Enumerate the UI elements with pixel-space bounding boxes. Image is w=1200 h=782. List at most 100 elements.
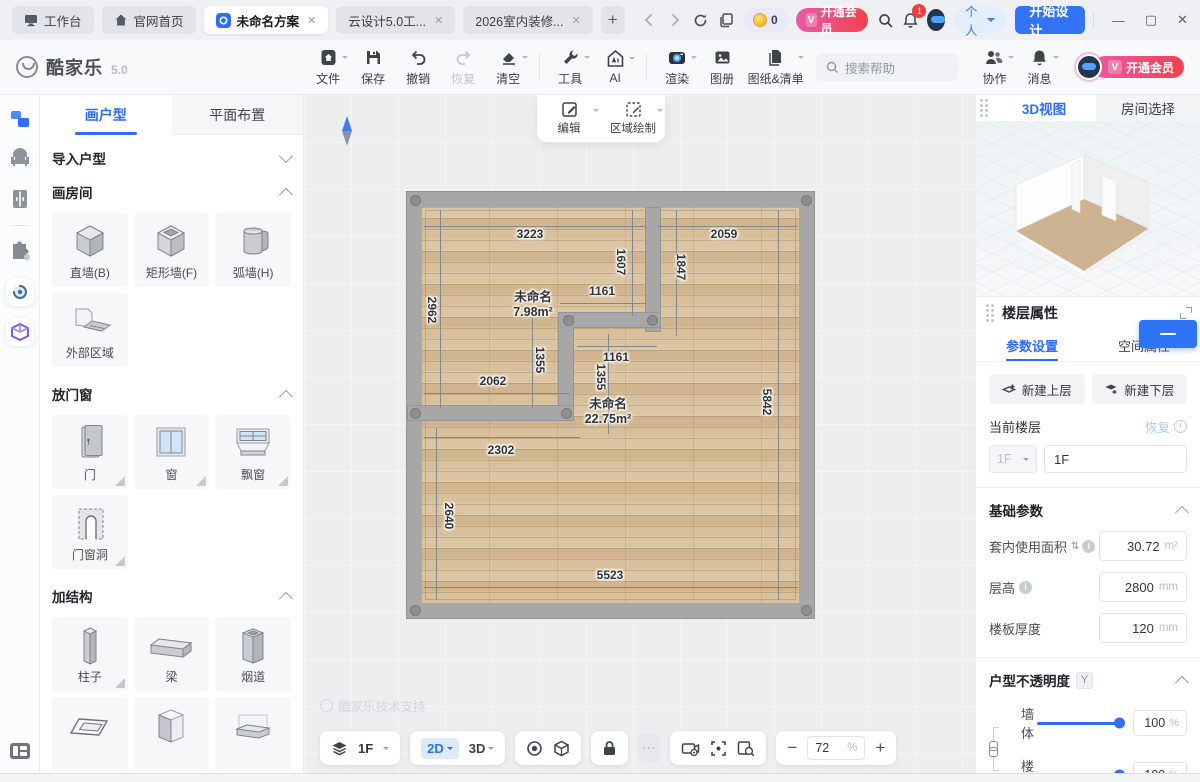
wall-corner-node[interactable] [561,408,572,419]
info-icon[interactable]: i [1082,540,1095,553]
maximize-button[interactable]: ▢ [1145,12,1157,28]
section-add-structure[interactable]: 加结构 [52,579,291,613]
wall-corner-node[interactable] [410,408,421,419]
close-tab-icon[interactable]: ✕ [572,14,581,27]
furniture-tool-icon[interactable] [6,145,34,173]
design-canvas[interactable]: 编辑 区域绘制 [304,95,975,773]
zoom-level-input[interactable]: 72 % [807,736,865,760]
tab-workspace[interactable]: 工作台 [12,6,94,34]
tab-cloud-design[interactable]: 云设计5.0工... ✕ [336,6,455,34]
album-button[interactable]: 图册 [700,48,745,87]
tab-flat-layout[interactable]: 平面布置 [172,95,304,135]
floor-switcher[interactable]: 1F [320,731,400,765]
duplicate-icon[interactable] [717,9,735,31]
tool-flue[interactable]: 烟道 [215,617,291,691]
section-import-floorplan[interactable]: 导入户型 [52,141,291,175]
floor-name-input[interactable]: 1F [1044,445,1187,473]
tool-structure-extra[interactable] [134,697,210,771]
messages-button[interactable]: 消息 [1017,48,1062,87]
zoom-in-button[interactable]: + [875,738,885,758]
wall-corner-node[interactable] [647,315,658,326]
zoom-to-region-icon[interactable] [737,740,755,757]
wall-corner-node[interactable] [410,605,421,616]
smart-design-tool-icon[interactable] [6,278,34,306]
room-label[interactable]: 未命名 7.98m² [513,290,553,320]
room-label[interactable]: 未命名 22.75m² [585,397,632,427]
tools-menu-button[interactable]: 工具 [548,48,593,87]
build-house-tool-icon[interactable] [6,105,34,133]
link-sliders-toggle[interactable] [993,727,1021,771]
coin-balance[interactable]: 0 [743,8,788,32]
zoom-out-button[interactable]: − [787,738,797,758]
3d-preview[interactable] [976,121,1200,296]
assistant-avatar[interactable] [927,9,945,31]
usable-area-input[interactable]: 30.72 m² [1099,531,1187,561]
undo-button[interactable]: 撤销 [396,48,441,87]
tab-room-select[interactable]: 房间选择 [1096,95,1200,121]
mode-3d-button[interactable]: 3D [469,741,495,756]
back-icon[interactable] [641,9,659,31]
drawings-list-button[interactable]: 图纸&清单 [745,48,807,87]
help-search-input[interactable]: 搜索帮助 [816,53,958,81]
mode-2d-button[interactable]: 2D [421,738,459,759]
drag-handle-icon[interactable] [976,95,992,121]
notifications-bell-icon[interactable]: 1 [902,9,920,31]
camera-settings-icon[interactable] [681,740,700,757]
focus-center-icon[interactable] [710,740,727,757]
render-button[interactable]: 渲染 [655,48,700,87]
collapse-hint-button[interactable] [1139,320,1197,348]
tab-draw-floorplan[interactable]: 画户型 [40,95,172,135]
more-tools-button[interactable]: ··· [638,733,660,763]
vip-upgrade-button[interactable]: V 开通会员 [1094,56,1184,78]
save-button[interactable]: 保存 [351,48,396,87]
tab-current-design[interactable]: 未命名方案 ✕ [204,6,329,34]
orbit-3d-box-icon[interactable] [553,740,570,757]
north-compass-icon[interactable] [342,111,352,151]
tool-window[interactable]: 窗 [134,415,210,489]
tab-3d-view[interactable]: 3D视图 [992,95,1096,121]
basic-params-section[interactable]: 基础参数 [989,500,1187,520]
expand-panel-icon[interactable] [1180,307,1192,319]
collaborate-button[interactable]: 协作 [972,48,1017,87]
close-tab-icon[interactable]: ✕ [307,14,316,27]
start-design-button[interactable]: 开始设计 [1015,6,1085,34]
profile-menu[interactable]: 个人 [953,7,1007,33]
minimize-button[interactable]: — [1112,13,1125,28]
refresh-icon[interactable] [692,9,710,31]
sort-updown-icon[interactable]: ⇅ [1071,541,1078,552]
vip-upgrade-button[interactable]: V 开通会员 [796,8,869,32]
clear-button[interactable]: 清空 [486,48,531,87]
restore-link[interactable]: 恢复 [1145,417,1187,436]
panel-layout-toggle-icon[interactable] [6,737,34,765]
tool-straight-wall[interactable]: 直墙(B) [52,213,128,287]
plugins-puzzle-icon[interactable] [6,238,34,266]
slider-knob[interactable] [1114,718,1125,729]
tab-parameter-settings[interactable]: 参数设置 [976,329,1088,361]
tool-door[interactable]: 门 [52,415,128,489]
tool-column[interactable]: 柱子 [52,617,128,691]
tool-beam[interactable]: 梁 [134,617,210,691]
info-icon[interactable]: i [1019,581,1032,594]
floor-plan[interactable]: 3223 2059 1607 1847 1161 2962 1355 2062 … [407,192,814,618]
new-lower-floor-button[interactable]: 新建下层 [1092,374,1188,404]
opacity-section[interactable]: 户型不透明度 Y [989,670,1187,690]
close-tab-icon[interactable]: ✕ [434,14,443,27]
model-library-cube-icon[interactable] [6,318,34,346]
wall-corner-node[interactable] [410,195,421,206]
tool-structure-extra[interactable] [215,697,291,771]
file-menu-button[interactable]: 文件 [306,48,351,87]
lock-button[interactable] [591,731,628,765]
assistant-avatar[interactable] [1076,54,1102,80]
section-doors-windows[interactable]: 放门窗 [52,377,291,411]
floor-height-input[interactable]: 2800 mm [1099,572,1187,602]
wall-corner-node[interactable] [801,195,812,206]
roam-view-icon[interactable] [526,740,543,757]
tool-rect-wall[interactable]: 矩形墙(F) [134,213,210,287]
wall-corner-node[interactable] [563,315,574,326]
search-icon[interactable] [876,9,894,31]
floor-select-dropdown[interactable]: 1F [989,445,1037,473]
tab-2026-decor[interactable]: 2026室内装修... ✕ [463,6,592,34]
vip-assistant-group[interactable]: V 开通会员 [1076,54,1184,80]
edit-tool-button[interactable]: 编辑 [537,95,601,142]
new-upper-floor-button[interactable]: 新建上层 [989,374,1085,404]
